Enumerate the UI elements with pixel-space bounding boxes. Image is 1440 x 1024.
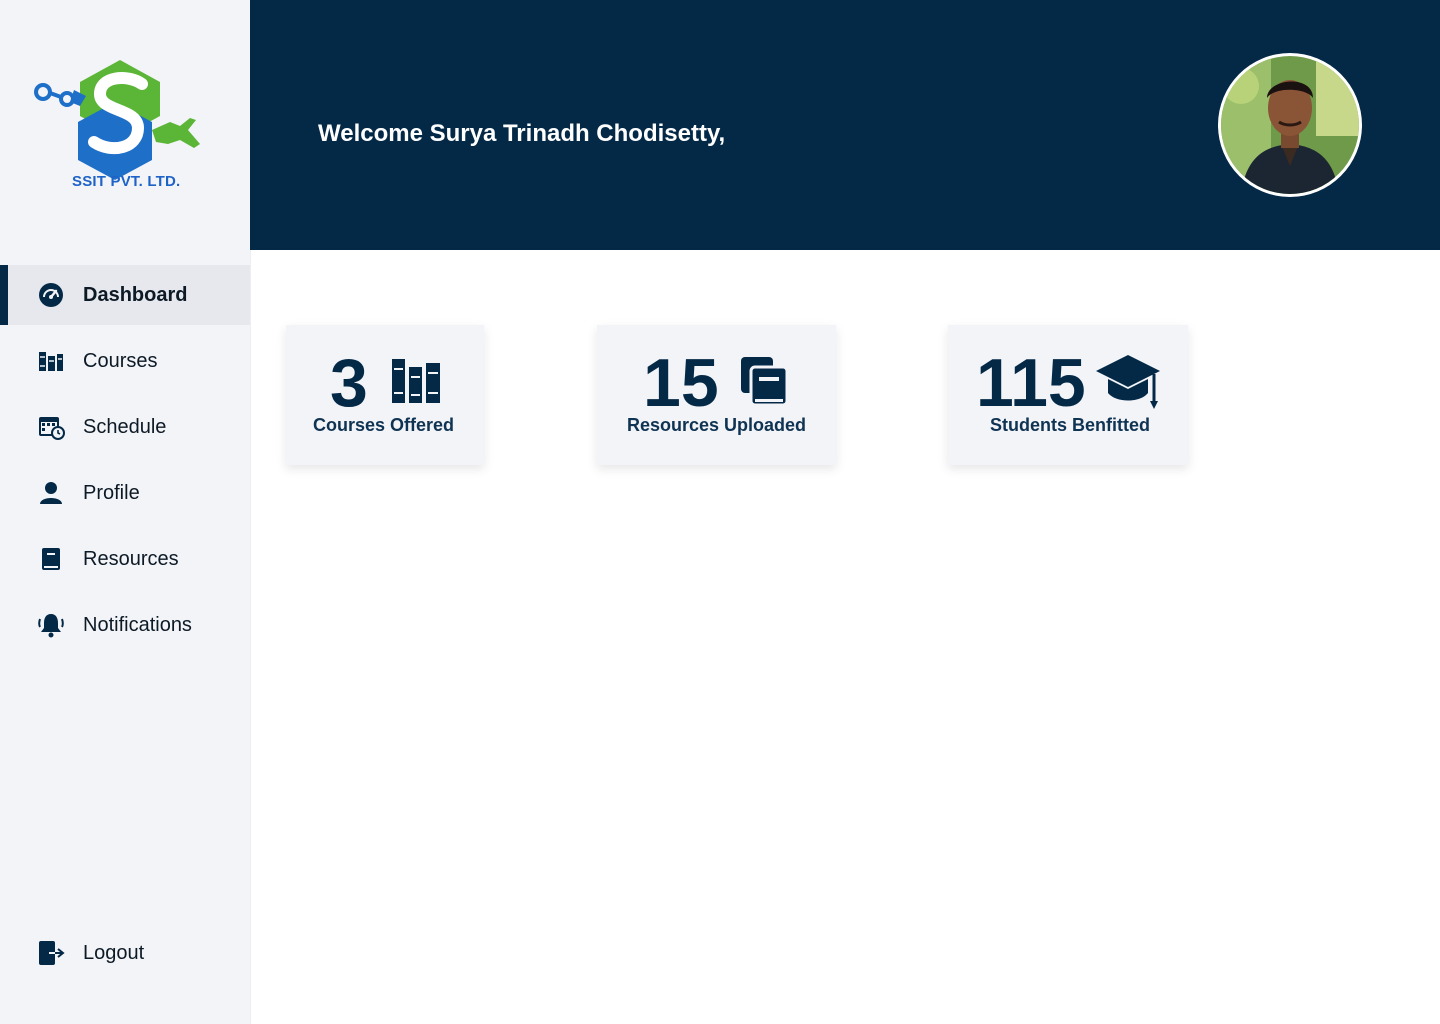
sidebar-item-label: Dashboard [83, 283, 188, 306]
sidebar-item-notifications[interactable]: Notifications [0, 595, 250, 655]
sidebar-item-resources[interactable]: Resources [0, 529, 250, 589]
sidebar-item-label: Profile [83, 481, 140, 504]
sidebar: SSIT PVT. LTD. Dashboard Courses Schedul… [0, 0, 251, 1024]
stat-card-students: 115 Students Benfitted [948, 325, 1188, 465]
welcome-message: Welcome Surya Trinadh Chodisetty, [318, 120, 726, 147]
sidebar-item-courses[interactable]: Courses [0, 331, 250, 391]
logout-label: Logout [83, 941, 145, 964]
sidebar-item-label: Courses [83, 349, 158, 372]
sidebar-item-schedule[interactable]: Schedule [0, 397, 250, 457]
app-root: SSIT PVT. LTD. Dashboard Courses Schedul… [0, 0, 1440, 1024]
book-icon [37, 545, 65, 573]
calendar-clock-icon [37, 413, 65, 441]
stat-label: Resources Uploaded [627, 415, 807, 435]
user-icon [37, 479, 65, 507]
sidebar-item-dashboard[interactable]: Dashboard [0, 265, 250, 325]
books-icon [37, 347, 65, 375]
stat-label: Students Benfitted [990, 415, 1150, 435]
bell-icon [37, 611, 65, 639]
sidebar-item-label: Resources [83, 547, 179, 570]
stat-value: 15 [643, 345, 719, 421]
dashboard-gauge-icon [37, 281, 65, 309]
logout-button[interactable]: Logout [0, 923, 250, 983]
copy-documents-icon [739, 355, 791, 412]
stat-value: 115 [976, 345, 1086, 421]
logout-icon [37, 939, 65, 967]
header-banner: Welcome Surya Trinadh Chodisetty, [250, 0, 1440, 250]
books-icon [390, 357, 442, 410]
graduation-cap-icon [1094, 353, 1162, 416]
sidebar-item-profile[interactable]: Profile [0, 463, 250, 523]
avatar[interactable] [1218, 53, 1362, 197]
company-name: SSIT PVT. LTD. [72, 173, 181, 190]
stat-value: 3 [330, 345, 368, 421]
user-avatar [1221, 56, 1359, 194]
sidebar-item-label: Notifications [83, 613, 192, 636]
stat-card-resources: 15 Resources Uploaded [597, 325, 836, 465]
stat-card-courses: 3 Courses Offered [286, 325, 484, 465]
stat-label: Courses Offered [313, 415, 455, 435]
sidebar-item-label: Schedule [83, 415, 167, 438]
